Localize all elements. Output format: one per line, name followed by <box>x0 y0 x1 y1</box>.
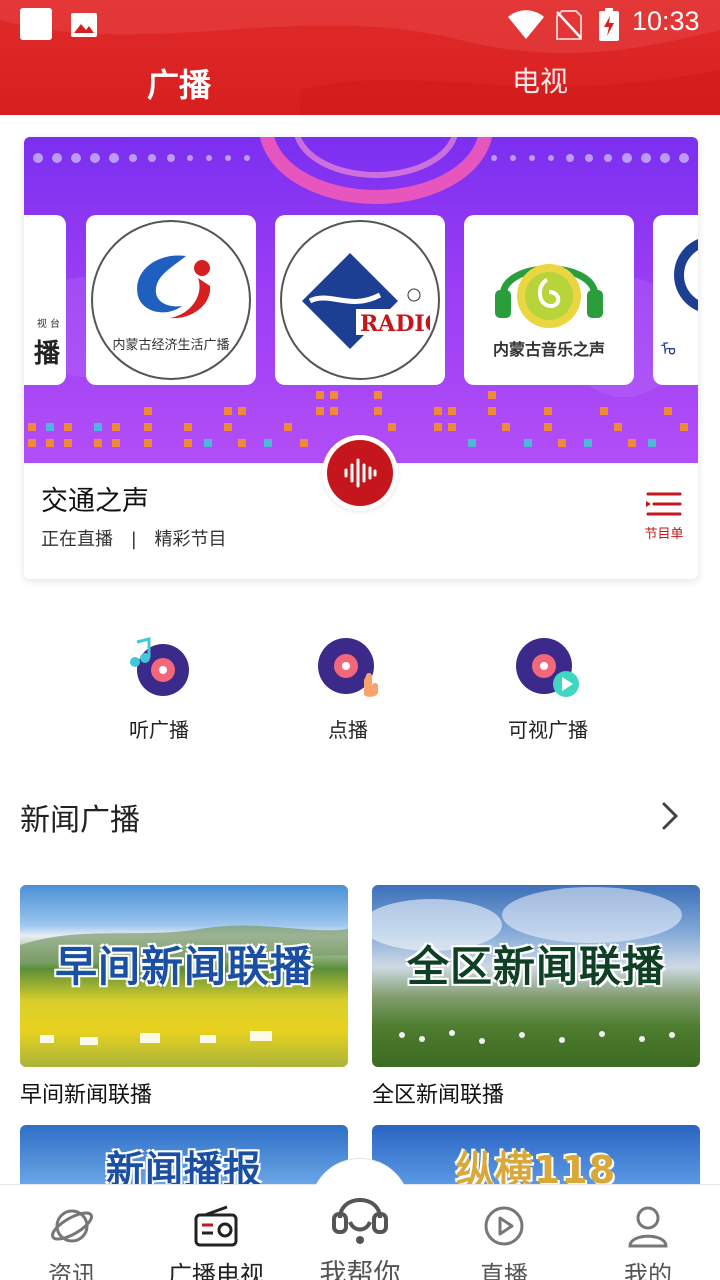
user-icon <box>628 1206 668 1248</box>
nav-label: 直播 <box>480 1261 528 1280</box>
schedule-list-icon <box>646 492 682 516</box>
radio-fm-logo-icon: RADIO <box>280 220 440 380</box>
news-item[interactable]: 早间新闻联播 早间新闻联播 <box>20 885 348 1109</box>
thumbnail-title: 新闻播报 <box>105 1148 262 1185</box>
status-bar: 10:33 <box>0 0 720 50</box>
station-status-line: 正在直播 | 精彩节目 <box>41 525 227 551</box>
planet-icon <box>51 1209 93 1243</box>
nav-mine[interactable]: 我的 <box>588 1185 708 1280</box>
sound-wave-icon <box>344 458 377 488</box>
banner-dots <box>33 153 689 163</box>
news-thumbnail: 早间新闻联播 <box>20 885 348 1067</box>
nav-radio-tv[interactable]: 广播电视 <box>156 1185 276 1280</box>
battery-charging-icon <box>599 8 619 41</box>
nav-label: 我帮你 <box>319 1259 401 1280</box>
quick-label: 可视广播 <box>508 718 588 742</box>
quick-on-demand[interactable]: 点播 <box>288 636 408 743</box>
swoosh-logo-icon <box>137 254 211 318</box>
nav-news[interactable]: 资讯 <box>12 1185 132 1280</box>
nav-label: 广播电视 <box>168 1261 264 1280</box>
music-voice-logo-icon: 内蒙古音乐之声 <box>489 240 609 360</box>
quick-label: 听广播 <box>129 718 189 742</box>
notification-square-icon <box>20 8 52 40</box>
news-item-partial[interactable]: 新闻播报 <box>20 1125 348 1185</box>
tab-tv[interactable]: 电视 <box>512 60 568 100</box>
schedule-button[interactable]: 节目单 <box>642 491 686 542</box>
news-item[interactable]: 全区新闻联播 全区新闻联播 <box>372 885 700 1109</box>
nav-label: 我的 <box>624 1261 672 1280</box>
program-label: 精彩节目 <box>154 529 227 550</box>
headset-icon <box>332 1198 388 1244</box>
logo-caption: 内蒙古经济生活广播 <box>112 337 230 353</box>
partial-logo-icon: ᠮᠣ <box>661 239 698 359</box>
header: 10:33 广播 电视 <box>0 0 720 115</box>
quick-label: 点播 <box>328 718 368 742</box>
wifi-icon <box>508 10 544 39</box>
logo-partial-text: 播 <box>33 339 60 369</box>
nav-help[interactable]: 我帮你 <box>300 1186 420 1280</box>
chevron-right-icon[interactable] <box>656 800 684 832</box>
quick-visual-radio[interactable]: 可视广播 <box>488 636 608 743</box>
station-name: 交通之声 <box>41 486 149 517</box>
headphones-logo-icon <box>495 264 603 328</box>
radio-diamond-icon: RADIO <box>302 253 430 349</box>
quick-listen-radio[interactable]: 听广播 <box>99 636 219 743</box>
news-thumbnail: 全区新闻联播 <box>372 885 700 1067</box>
svg-text:ᠮᠣ: ᠮᠣ <box>661 340 676 359</box>
status-separator: | <box>130 529 137 550</box>
nav-label: 资讯 <box>48 1261 96 1280</box>
station-card[interactable]: 视 台 播 内蒙古经济生活广播 RADI 内蒙古音乐之声 ᠮᠣ 交通之声 正在直… <box>24 137 698 579</box>
news-label: 全区新闻联播 <box>372 1083 505 1108</box>
status-time: 10:33 <box>632 6 700 36</box>
logo-caption: 内蒙古音乐之声 <box>492 340 605 359</box>
app-screen: 10:33 广播 电视 视 台 播 内蒙古经济生活广播 RADI 内蒙古音乐之声… <box>0 0 720 1280</box>
thumbnail-title: 纵横118 <box>455 1148 617 1185</box>
disc-tap-icon <box>318 638 378 697</box>
image-icon <box>71 13 97 37</box>
station-logo-music-voice[interactable]: 内蒙古音乐之声 <box>464 215 634 385</box>
nav-live[interactable]: 直播 <box>444 1185 564 1280</box>
news-label: 早间新闻联播 <box>20 1083 153 1108</box>
station-logo-radio[interactable]: RADIO <box>275 215 445 385</box>
thumbnail-title: 早间新闻联播 <box>54 942 313 991</box>
news-item-partial[interactable]: 纵横118 <box>372 1125 700 1185</box>
economic-life-logo-icon: 内蒙古经济生活广播 <box>91 220 251 380</box>
thumbnail-title: 全区新闻联播 <box>406 942 665 991</box>
station-logo-partial-left[interactable]: 视 台 播 <box>24 215 66 385</box>
disc-play-icon <box>516 638 579 697</box>
station-banner: 视 台 播 内蒙古经济生活广播 RADI 内蒙古音乐之声 ᠮᠣ <box>24 137 698 463</box>
station-logo-partial-right[interactable]: ᠮᠣ <box>653 215 698 385</box>
logo-caption: 视 台 <box>36 319 60 330</box>
no-sim-icon <box>556 10 582 40</box>
section-title: 新闻广播 <box>20 803 140 838</box>
tab-radio[interactable]: 广播 <box>147 60 211 106</box>
radio-text: RADIO <box>360 311 430 337</box>
music-disc-icon <box>130 637 189 696</box>
live-status: 正在直播 <box>41 529 113 550</box>
play-circle-icon <box>484 1206 524 1246</box>
schedule-label: 节目单 <box>644 527 684 542</box>
radio-icon <box>194 1205 238 1247</box>
live-audio-button[interactable] <box>322 435 398 511</box>
station-logo-economic-life[interactable]: 内蒙古经济生活广播 <box>86 215 256 385</box>
